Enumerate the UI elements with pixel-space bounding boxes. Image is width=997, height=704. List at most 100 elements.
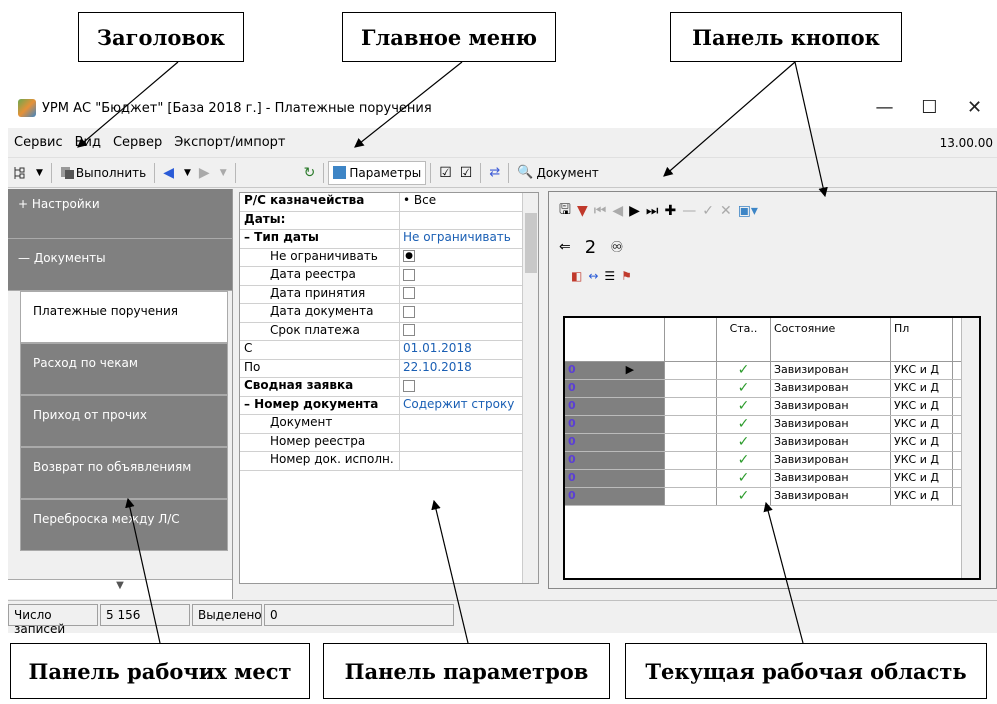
param-row[interactable]: Номер реестра [240,433,538,452]
param-row[interactable]: – Номер документа Содержит строку [240,396,538,415]
close-button[interactable]: ✕ [952,88,997,128]
import-icon[interactable]: ◧ [571,269,582,283]
last-record-icon[interactable]: ⏭ [646,203,659,219]
confirm-icon[interactable]: ✓ [702,203,714,219]
grid-header-cell[interactable] [665,318,717,361]
param-value[interactable] [400,267,538,285]
param-row[interactable]: Сводная заявка [240,378,538,397]
param-value[interactable]: Содержит строку [400,397,538,415]
grid-header-cell[interactable]: Состояние [771,318,891,361]
param-checkbox[interactable]: ● [403,250,415,262]
transfer-button[interactable]: ⇄ [485,161,504,185]
next-record-icon[interactable]: ▶ [629,203,640,219]
sidebar-item-other-income[interactable]: Приход от прочих [20,395,228,447]
minimize-button[interactable]: — [862,88,907,128]
param-value[interactable] [400,212,538,230]
sidebar-group-settings[interactable]: + Настройки [8,189,232,239]
flag-icon[interactable]: ⚑ [621,269,632,283]
param-value[interactable]: 01.01.2018 [400,341,538,359]
table-row[interactable]: 0 ✓ Завизирован УКС и Д [565,416,979,434]
grid-header-cell[interactable] [565,318,665,361]
param-checkbox[interactable] [403,268,415,281]
forward-button[interactable]: ▶ ▼ [195,161,231,185]
row-marker-cell: 0 [565,380,665,397]
prev-record-icon[interactable]: ◀ [612,203,623,219]
menu-item-export-import[interactable]: Экспорт/импорт [168,135,291,150]
table-row[interactable]: 0 ✓ Завизирован УКС и Д [565,398,979,416]
params-button[interactable]: Параметры [328,160,427,185]
delete-record-icon[interactable]: — [682,203,696,219]
execute-button[interactable]: Выполнить [56,161,150,185]
param-row[interactable]: Р/С казначейства • Все [240,193,538,212]
param-row[interactable]: По 22.10.2018 [240,359,538,378]
save-icon[interactable]: 🖫 [559,199,571,223]
link-cell [665,398,717,415]
param-checkbox[interactable] [403,305,415,318]
param-value[interactable]: • Все [400,193,538,211]
maximize-button[interactable]: ☐ [907,88,952,128]
chevron-down-icon: ▼ [219,167,227,178]
param-row[interactable]: С 01.01.2018 [240,341,538,360]
grid-header-cell[interactable]: Ста.. [717,318,771,361]
scroll-thumb[interactable] [525,213,537,273]
param-row[interactable]: Номер док. исполн. [240,452,538,471]
sidebar-item-check-expense[interactable]: Расход по чекам [20,343,228,395]
param-row[interactable]: Документ [240,415,538,434]
sidebar-item-payment-orders[interactable]: Платежные поручения [20,291,228,343]
param-row[interactable]: Дата принятия [240,285,538,304]
param-value[interactable] [400,378,538,396]
param-value[interactable]: Не ограничивать [400,230,538,248]
swap-icon[interactable]: ↔ [588,269,598,283]
add-record-icon[interactable]: ✚ [665,203,677,219]
first-record-icon[interactable]: ⏮ [594,203,607,219]
param-value[interactable] [400,286,538,304]
list-icon[interactable]: ☰ [604,269,615,283]
glasses-icon[interactable]: ♾ [610,238,623,256]
param-row[interactable]: Даты: [240,211,538,230]
grid-scrollbar[interactable] [961,318,979,578]
link-icon[interactable]: ⇐ [559,239,571,255]
table-row[interactable]: 0 ✓ Завизирован УКС и Д [565,434,979,452]
param-checkbox[interactable] [403,324,415,336]
param-row[interactable]: Дата реестра [240,267,538,286]
table-row[interactable]: 0 ✓ Завизирован УКС и Д [565,470,979,488]
param-value[interactable] [400,452,538,470]
check-button[interactable]: ☑ [456,161,477,185]
export-icon[interactable]: ▣▾ [738,203,758,219]
tree-button[interactable]: ▼ [8,161,47,185]
grid-header-cell[interactable]: Пл [891,318,953,361]
cancel-icon[interactable]: ✕ [720,203,732,219]
sidebar-item-refunds[interactable]: Возврат по объявлениям [20,447,228,499]
param-checkbox[interactable] [403,379,415,392]
back-button[interactable]: ◀ ▼ [159,161,195,185]
param-row[interactable]: – Тип даты Не ограничивать [240,230,538,249]
param-value[interactable] [400,434,538,452]
menu-item-service[interactable]: Сервис [8,135,69,150]
menu-item-server[interactable]: Сервер [107,135,168,150]
table-row[interactable]: 0 ✓ Завизирован УКС и Д [565,488,979,506]
table-row[interactable]: 0 ▶ ✓ Завизирован УКС и Д [565,362,979,380]
table-row[interactable]: 0 ✓ Завизирован УКС и Д [565,452,979,470]
sidebar-item-account-transfer[interactable]: Переброска между Л/С [20,499,228,551]
records-label: Число записей [8,603,98,636]
check-doc-button[interactable]: ☑ [435,161,456,185]
param-value[interactable] [400,323,538,341]
param-row[interactable]: Не ограничивать ● [240,248,538,267]
filter-icon[interactable]: ▼ [577,203,588,219]
param-name: Дата реестра [240,267,400,285]
param-row[interactable]: Дата документа [240,304,538,323]
refresh-button[interactable]: ↻ [300,161,320,185]
param-value[interactable] [400,304,538,322]
params-scrollbar[interactable] [522,193,538,583]
param-row[interactable]: Срок платежа [240,322,538,341]
param-value[interactable]: 22.10.2018 [400,360,538,378]
sidebar-scroll-down[interactable]: ▼ [8,579,232,599]
param-value[interactable]: ● [400,249,538,267]
param-checkbox[interactable] [403,287,415,299]
param-name: Р/С казначейства [240,193,400,211]
sidebar-group-documents[interactable]: — Документы [8,239,232,291]
table-row[interactable]: 0 ✓ Завизирован УКС и Д [565,380,979,398]
document-button[interactable]: 🔍 Документ [513,161,603,185]
menu-item-view[interactable]: Вид [69,135,107,150]
param-value[interactable] [400,415,538,433]
